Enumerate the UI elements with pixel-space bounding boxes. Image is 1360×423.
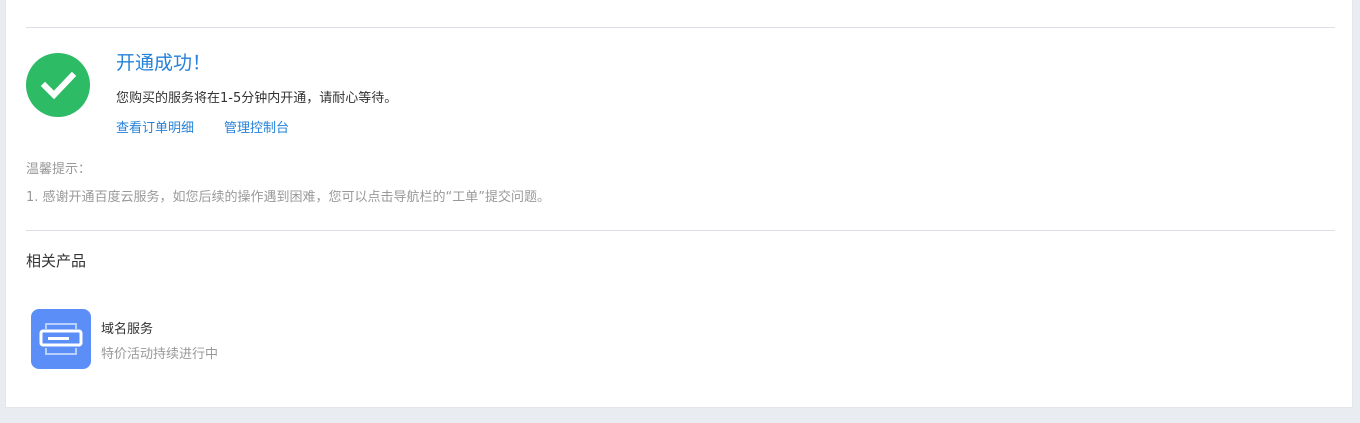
related-products-title: 相关产品 <box>26 252 87 270</box>
success-description: 您购买的服务将在1-5分钟内开通，请耐心等待。 <box>116 91 398 106</box>
top-divider <box>26 27 1335 28</box>
result-card: 开通成功！ 您购买的服务将在1-5分钟内开通，请耐心等待。 查看订单明细 管理控… <box>5 0 1353 408</box>
console-link[interactable]: 管理控制台 <box>224 117 289 136</box>
section-divider <box>26 230 1335 231</box>
product-description: 特价活动持续进行中 <box>101 347 219 362</box>
product-name: 域名服务 <box>101 322 154 337</box>
tips-heading: 温馨提示： <box>26 162 92 177</box>
product-card-domain-service[interactable]: 域名服务 特价活动持续进行中 <box>31 309 291 369</box>
tip-item: 1. 感谢开通百度云服务，如您后续的操作遇到困难，您可以点击导航栏的“工单”提交… <box>26 190 551 205</box>
view-order-detail-link[interactable]: 查看订单明细 <box>116 117 194 136</box>
server-icon <box>31 309 91 369</box>
success-check-icon <box>26 53 90 117</box>
success-title: 开通成功！ <box>116 52 212 74</box>
